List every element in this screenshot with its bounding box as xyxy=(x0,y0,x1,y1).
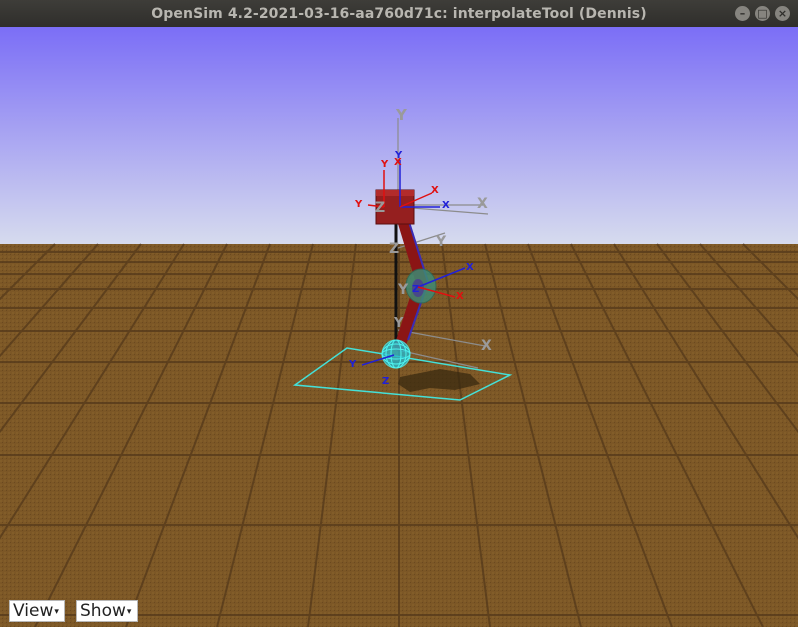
svg-text:X: X xyxy=(481,338,492,354)
maximize-button[interactable]: □ xyxy=(755,6,770,21)
view-menu-button[interactable]: View ▾ xyxy=(9,600,65,622)
svg-text:Z: Z xyxy=(375,200,385,216)
minimize-button[interactable]: – xyxy=(735,6,750,21)
pelvis-highlight xyxy=(376,190,414,196)
3d-viewport[interactable]: Y Y X Y Y Z X X X Y Z Y X Z X Y Y Z X xyxy=(0,27,798,627)
show-menu-label: Show xyxy=(80,601,126,621)
svg-text:X: X xyxy=(394,157,402,168)
svg-text:Y: Y xyxy=(435,234,447,250)
svg-text:X: X xyxy=(477,196,488,212)
view-menu-label: View xyxy=(13,601,54,621)
svg-text:Z: Z xyxy=(382,376,389,387)
svg-text:Y: Y xyxy=(380,159,389,170)
svg-text:Y: Y xyxy=(354,199,363,210)
chevron-down-icon: ▾ xyxy=(126,607,132,617)
svg-text:X: X xyxy=(442,200,450,211)
scene-canvas[interactable]: Y Y X Y Y Z X X X Y Z Y X Z X Y Y Z X xyxy=(0,27,798,627)
title-bar: OpenSim 4.2-2021-03-16-aa760d71c: interp… xyxy=(0,0,798,27)
svg-text:Z: Z xyxy=(389,241,399,257)
chevron-down-icon: ▾ xyxy=(54,607,59,617)
show-menu-button[interactable]: Show ▾ xyxy=(76,600,138,622)
svg-text:Y: Y xyxy=(348,359,357,370)
svg-text:Y: Y xyxy=(397,282,409,298)
svg-text:Z: Z xyxy=(412,284,419,295)
svg-text:X: X xyxy=(431,185,439,196)
svg-text:X: X xyxy=(466,262,474,273)
ankle-joint xyxy=(381,339,411,369)
window-controls: – □ × xyxy=(735,6,790,21)
svg-text:Y: Y xyxy=(395,106,408,124)
close-button[interactable]: × xyxy=(775,6,790,21)
window-title: OpenSim 4.2-2021-03-16-aa760d71c: interp… xyxy=(151,5,647,22)
opensim-window: OpenSim 4.2-2021-03-16-aa760d71c: interp… xyxy=(0,0,798,627)
svg-text:Y: Y xyxy=(393,316,404,331)
svg-text:X: X xyxy=(456,291,464,302)
